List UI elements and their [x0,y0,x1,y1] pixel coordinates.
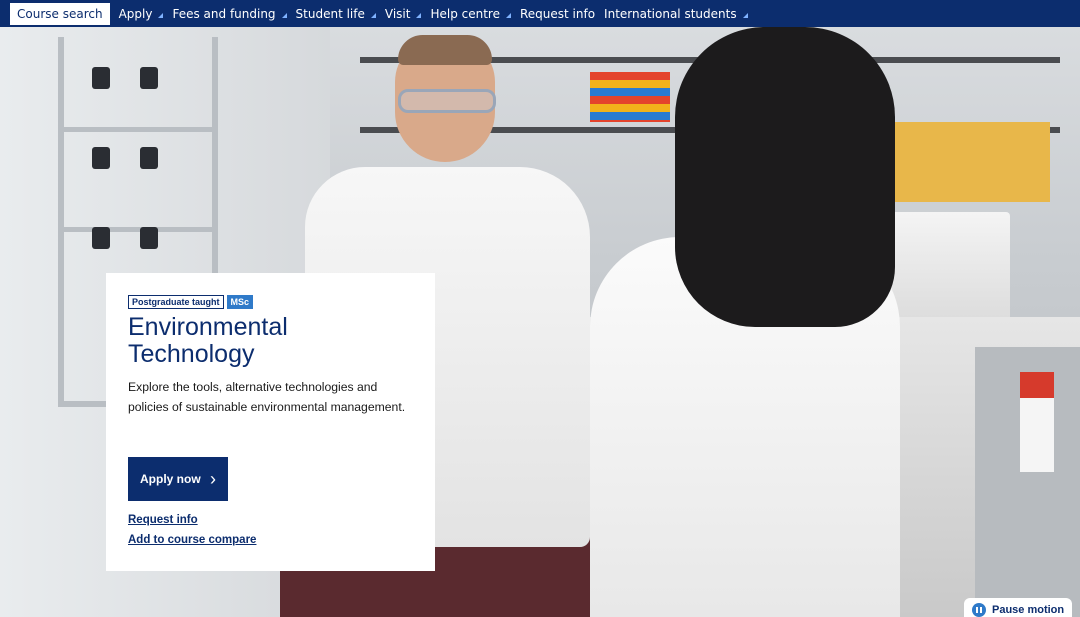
course-title: Environmental Technology [128,313,288,368]
sample-boxes [590,72,670,122]
caret-icon [505,12,511,18]
person-hair [675,27,895,327]
valve [140,147,158,169]
nav-item-request-info[interactable]: Request info [520,7,595,21]
nav-item-label: Visit [384,6,411,21]
chevron-right-icon: › [210,469,216,489]
course-description: Explore the tools, alternative technolog… [128,380,406,414]
nav-item-apply[interactable]: Apply [119,7,164,21]
apply-now-button[interactable]: Apply now › [128,457,228,501]
top-navigation: Course search Apply Fees and funding Stu… [0,0,1080,27]
add-to-course-compare-link[interactable]: Add to course compare [128,534,413,546]
nav-item-visit[interactable]: Visit [385,7,422,21]
valve [140,67,158,89]
nav-item-help-centre[interactable]: Help centre [430,7,511,21]
nav-item-label: Apply [118,6,153,21]
course-card: Postgraduate taught MSc Environmental Te… [106,273,435,571]
course-search-link[interactable]: Course search [10,2,110,25]
nav-item-international-students[interactable]: International students [604,7,748,21]
degree-tag: MSc [226,295,254,309]
caret-icon [281,12,287,18]
nav-item-label: Student life [295,6,365,21]
valve [92,227,110,249]
person-hair [398,35,492,65]
apply-now-label: Apply now [140,472,201,486]
pause-motion-button[interactable]: Pause motion [964,598,1072,617]
nav-item-label: Request info [519,6,596,21]
nav-item-student-life[interactable]: Student life [296,7,376,21]
course-tags: Postgraduate taught MSc [128,295,413,309]
pause-icon [972,603,986,617]
nav-item-fees-and-funding[interactable]: Fees and funding [172,6,287,21]
nav-item-label: International students [604,6,737,21]
caret-icon [416,12,422,18]
valve [92,67,110,89]
caret-icon [370,12,376,18]
request-info-link[interactable]: Request info [128,514,413,526]
caret-icon [158,12,164,18]
valve [140,227,158,249]
valve [92,147,110,169]
pause-motion-label: Pause motion [992,604,1065,616]
level-tag: Postgraduate taught [128,295,224,309]
nav-item-label: Help centre [430,6,500,21]
caret-icon [742,12,748,18]
safety-goggles [398,89,496,113]
fire-extinguisher-sign [1020,372,1054,472]
nav-item-label: Fees and funding [172,6,276,21]
